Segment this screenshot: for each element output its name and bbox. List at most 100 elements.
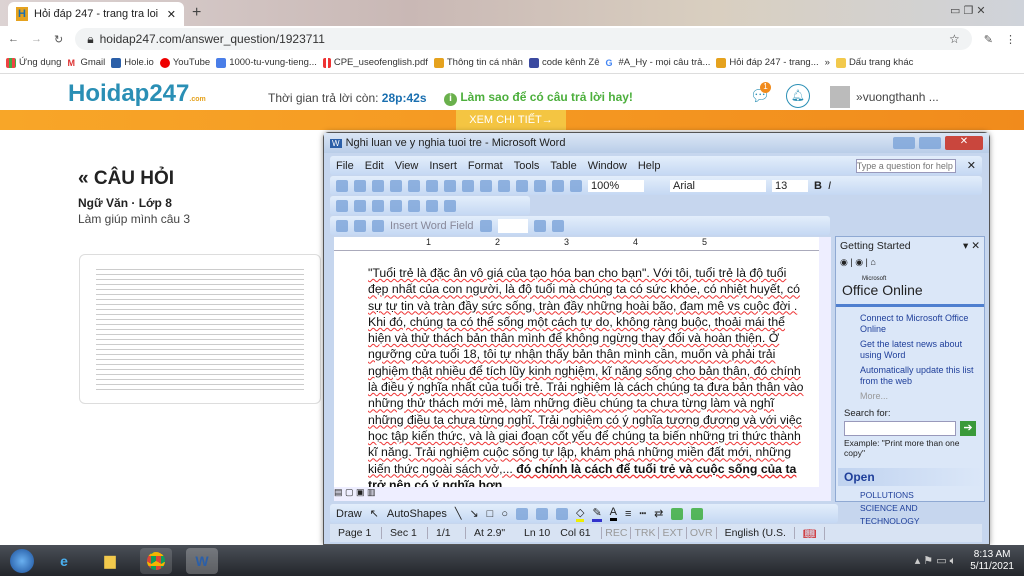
chat-icon[interactable]: 💬︎ 1	[750, 82, 771, 106]
toolbar-icon[interactable]	[551, 219, 564, 232]
sort-ascending-icon[interactable]	[390, 199, 402, 212]
menu-help[interactable]: Help	[638, 160, 661, 172]
menu-edit[interactable]: Edit	[365, 160, 384, 172]
recent-file[interactable]: POLLUTIONS	[860, 489, 960, 502]
spelling-icon[interactable]	[444, 179, 456, 192]
open-icon[interactable]	[354, 179, 366, 192]
toolbar-icon[interactable]	[336, 199, 348, 212]
oval-icon[interactable]: ○	[501, 508, 508, 520]
extension-icon[interactable]: ✎	[984, 33, 993, 46]
new-tab-button[interactable]: +	[192, 4, 201, 22]
font-select[interactable]: Arial	[670, 179, 766, 192]
menu-table[interactable]: Table	[550, 160, 576, 172]
menu-insert[interactable]: Insert	[429, 160, 457, 172]
draw-menu[interactable]: Draw	[336, 508, 362, 520]
toolbar-icon[interactable]	[426, 199, 438, 212]
toolbar-icon[interactable]	[372, 219, 384, 232]
bookmark-code[interactable]: code kênh Zê	[528, 57, 600, 68]
horizontal-scrollbar[interactable]: ▤ ▢ ▣ ▥	[334, 487, 831, 501]
clock[interactable]: 8:13 AM 5/11/2021	[970, 549, 1014, 573]
more-link[interactable]: More...	[860, 391, 976, 402]
3d-icon[interactable]	[691, 507, 704, 520]
toolbar-icon[interactable]	[533, 219, 546, 232]
vertical-scrollbar[interactable]	[819, 237, 831, 487]
toolbar-icon[interactable]	[336, 219, 348, 232]
save-icon[interactable]	[372, 179, 384, 192]
bookmark-youtube[interactable]: YouTube	[159, 57, 210, 68]
bell-icon[interactable]: 🔔︎	[786, 84, 810, 108]
textbox-icon[interactable]	[515, 507, 528, 520]
chrome-icon[interactable]	[140, 547, 172, 574]
spelling-status-icon[interactable]: 📖︎	[795, 526, 826, 540]
bookmark-docs[interactable]: 1000-tu-vung-tieng...	[216, 57, 317, 68]
toolbar-icon[interactable]	[354, 219, 366, 232]
tray-icons[interactable]: ▴ ⚑ ▭ 🔈︎	[915, 554, 957, 568]
menu-file[interactable]: File	[336, 160, 354, 172]
clipart-icon[interactable]	[555, 507, 568, 520]
bold-button[interactable]: B	[814, 180, 822, 192]
toolbar-icon[interactable]	[354, 199, 366, 212]
star-icon[interactable]: ☆	[949, 32, 960, 46]
bookmark-pdf[interactable]: CPE_useofenglish.pdf	[322, 57, 428, 68]
pane-nav[interactable]: ◉ | ◉ | ⌂	[836, 255, 984, 270]
zoom-select[interactable]: 100%	[588, 179, 644, 192]
pane-link[interactable]: Connect to Microsoft Office Online	[860, 313, 976, 335]
font-color-icon[interactable]: A	[609, 506, 618, 521]
insert-word-field-button[interactable]: Insert Word Field	[390, 220, 474, 232]
arrow-style-icon[interactable]: ⇄	[654, 507, 663, 520]
menu-window[interactable]: Window	[588, 160, 627, 172]
arrow-icon[interactable]: ↘	[469, 507, 478, 520]
line-style-icon[interactable]: ≡	[625, 508, 631, 520]
preview-icon[interactable]	[426, 179, 438, 192]
select-icon[interactable]: ↖	[370, 507, 379, 520]
dash-style-icon[interactable]: ┅	[639, 507, 646, 520]
wordart-icon[interactable]	[535, 507, 548, 520]
reload-icon[interactable]: ↻	[54, 33, 63, 46]
new-icon[interactable]	[336, 179, 348, 192]
rectangle-icon[interactable]: □	[487, 508, 494, 520]
print-icon[interactable]	[408, 179, 420, 192]
record-input[interactable]	[497, 218, 528, 233]
browser-tab[interactable]: H Hỏi đáp 247 - trang tra loi ✕	[8, 2, 184, 26]
document-body[interactable]: "Tuổi trẻ là đặc ân vô giá của tạo hóa b…	[334, 251, 819, 492]
site-logo[interactable]: Hoidap247.com	[68, 80, 206, 108]
minimize-button[interactable]	[893, 137, 915, 149]
autoshapes-menu[interactable]: AutoShapes	[387, 508, 447, 520]
undo-icon[interactable]	[516, 179, 528, 192]
bookmark-apps[interactable]: Ứng dụng	[6, 57, 61, 68]
toolbar-icon[interactable]	[479, 219, 492, 232]
line-icon[interactable]: ╲	[455, 507, 462, 520]
pane-link[interactable]: Automatically update this list from the …	[860, 365, 976, 387]
shadow-icon[interactable]	[671, 507, 684, 520]
url-field[interactable]: 🔒︎ hoidap247.com/answer_question/1923711 ☆	[75, 28, 972, 50]
more-bookmarks[interactable]: »	[825, 57, 830, 68]
bookmark-holeio[interactable]: Hole.io	[111, 57, 154, 68]
window-controls[interactable]: ▭ ❐ ✕	[950, 4, 986, 17]
avatar[interactable]	[830, 86, 850, 108]
bookmark-google[interactable]: G #A_Hy - mọi câu trả...	[606, 57, 711, 68]
menu-view[interactable]: View	[395, 160, 419, 172]
help-search-input[interactable]	[855, 158, 956, 173]
close-button[interactable]: ✕	[945, 136, 983, 150]
copy-icon[interactable]	[480, 179, 492, 192]
bookmark-hoidap[interactable]: Hỏi đáp 247 - trang...	[716, 57, 819, 68]
forward-icon[interactable]: →	[31, 33, 42, 45]
cut-icon[interactable]	[462, 179, 474, 192]
tip-link[interactable]: i Làm sao để có câu trả lời hay!	[444, 90, 633, 106]
fill-color-icon[interactable]: ◇	[575, 506, 585, 522]
italic-button[interactable]: I	[828, 180, 831, 192]
bookmark-profile[interactable]: Thông tin cá nhân	[433, 57, 523, 68]
username[interactable]: »vuongthanh ...	[856, 90, 939, 104]
table-icon[interactable]	[570, 179, 582, 192]
view-details-button[interactable]: XEM CHI TIẾT→	[456, 110, 566, 130]
explorer-icon[interactable]: ▆	[94, 548, 126, 574]
menu-format[interactable]: Format	[468, 160, 503, 172]
font-size-select[interactable]: 13	[772, 179, 808, 192]
pane-link[interactable]: Get the latest news about using Word	[860, 339, 976, 361]
other-bookmarks[interactable]: Dấu trang khác	[835, 57, 913, 68]
redo-icon[interactable]	[534, 179, 546, 192]
toolbar-icon[interactable]	[444, 199, 456, 212]
menu-icon[interactable]: ⋮	[1005, 33, 1016, 46]
paste-icon[interactable]	[498, 179, 510, 192]
ie-icon[interactable]: e	[48, 548, 80, 574]
